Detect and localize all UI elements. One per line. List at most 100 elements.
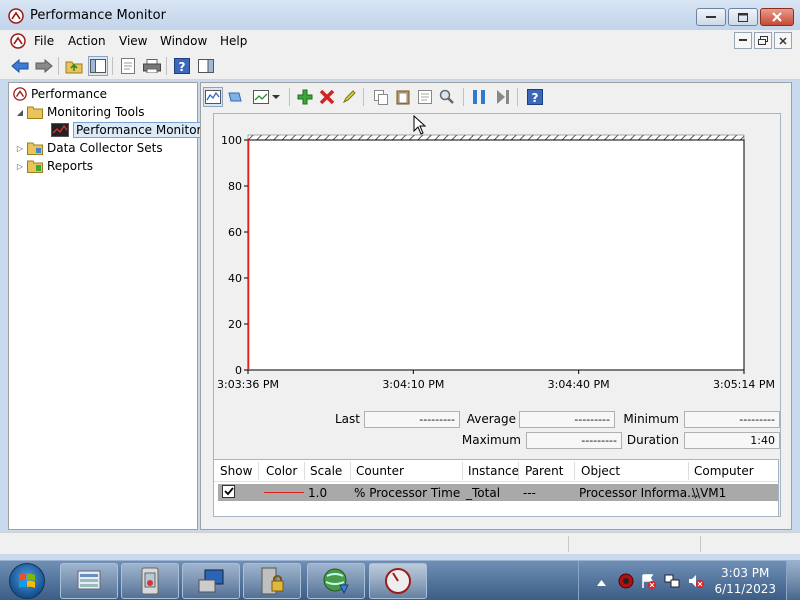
last-value: --------- (364, 411, 460, 428)
col-scale[interactable]: Scale (310, 464, 342, 478)
col-counter[interactable]: Counter (356, 464, 404, 478)
maximize-button[interactable] (728, 8, 758, 26)
child-minimize-button[interactable] (734, 32, 752, 49)
computer-management-icon (198, 569, 224, 593)
taskbar-computer-management[interactable] (182, 563, 240, 599)
show-hide-action-pane-button[interactable] (196, 56, 216, 76)
expand-triangle-icon[interactable]: ▷ (15, 162, 25, 171)
title-bar[interactable]: Performance Monitor (0, 0, 800, 30)
tree-item-monitoring-tools[interactable]: ◢ Monitoring Tools (15, 103, 145, 121)
menu-action[interactable]: Action (68, 34, 106, 48)
copy-properties-button[interactable] (371, 87, 391, 107)
console-tree: Performance ◢ Monitoring Tools Performan… (8, 82, 205, 530)
col-computer[interactable]: Computer (694, 464, 754, 478)
server-lock-icon (261, 567, 284, 595)
y-tick-label: 0 (235, 364, 242, 377)
app-window: Performance Monitor File Action View Win… (0, 0, 800, 560)
tree-label: Monitoring Tools (47, 105, 145, 119)
help-icon: ? (527, 89, 543, 105)
properties-button[interactable] (118, 56, 138, 76)
console-tree-icon (90, 59, 106, 73)
col-show[interactable]: Show (220, 464, 252, 478)
show-desktop-button[interactable] (786, 561, 800, 600)
forward-button[interactable] (34, 56, 54, 76)
tree-item-data-collector-sets[interactable]: ▷ Data Collector Sets (15, 139, 163, 157)
y-tick-label: 100 (221, 134, 242, 147)
plot-area[interactable] (247, 139, 745, 371)
tree-item-reports[interactable]: ▷ Reports (15, 157, 93, 175)
x-tick-label: 3:03:36 PM (217, 378, 279, 391)
col-color[interactable]: Color (266, 464, 297, 478)
help-button[interactable]: ? (172, 56, 192, 76)
start-button[interactable] (6, 561, 48, 600)
delete-counter-button[interactable] (317, 87, 337, 107)
taskbar-internet-explorer[interactable] (307, 563, 365, 599)
close-button[interactable] (760, 8, 794, 26)
highlight-button[interactable] (339, 87, 359, 107)
taskbar-clock[interactable]: 3:03 PM 6/11/2023 (714, 565, 776, 597)
tree-item-performance[interactable]: Performance (13, 85, 107, 103)
data-collector-folder-icon (27, 141, 43, 155)
taskbar-performance-monitor[interactable] (369, 563, 427, 599)
properties-button-graph[interactable] (415, 87, 435, 107)
security-alert-icon[interactable] (618, 573, 634, 592)
show-hide-console-tree-button[interactable] (88, 56, 108, 76)
duration-value: 1:40 (684, 432, 780, 449)
col-instance[interactable]: Instance (468, 464, 519, 478)
performance-monitor-icon (385, 568, 411, 594)
maximum-value: --------- (526, 432, 622, 449)
collapse-triangle-icon[interactable]: ◢ (15, 108, 25, 117)
counter-legend-table: Show Color Scale Counter Instance Parent… (213, 459, 779, 517)
printer-icon (143, 59, 161, 73)
content-pane: ? 100 80 60 40 20 0 3:03:36 PM 3:04:10 PM 3:04:4… (200, 82, 792, 530)
table-row[interactable]: 1.0 % Processor Time _Total --- Processo… (218, 484, 778, 501)
status-bar (0, 532, 800, 554)
menu-bar: File Action View Window Help (0, 30, 800, 52)
performance-line-chart[interactable]: 100 80 60 40 20 03:03:36 PM 3:04:10 PM 3:04:40 … (214, 114, 780, 404)
print-button[interactable] (142, 56, 162, 76)
taskbar-powershell[interactable] (121, 563, 179, 599)
chevron-down-icon (271, 95, 280, 99)
update-data-button[interactable] (493, 87, 513, 107)
child-close-button[interactable] (774, 32, 792, 49)
folder-up-icon (65, 61, 83, 74)
menu-help[interactable]: Help (220, 34, 247, 48)
cell-computer: \\VM1 (692, 486, 727, 500)
folder-icon (27, 105, 43, 119)
action-center-flag-icon[interactable] (640, 573, 656, 592)
up-folder-button[interactable] (64, 56, 84, 76)
log-data-icon (228, 92, 242, 102)
minimize-button[interactable] (696, 8, 726, 26)
freeze-display-button[interactable] (469, 87, 489, 107)
volume-muted-icon[interactable] (688, 573, 704, 592)
zoom-button[interactable] (437, 87, 457, 107)
action-pane-icon (198, 59, 214, 73)
forward-arrow-icon (35, 59, 53, 73)
taskbar-security[interactable] (243, 563, 301, 599)
menu-file[interactable]: File (34, 34, 54, 48)
table-header: Show Color Scale Counter Instance Parent… (214, 460, 778, 482)
system-menu-icon[interactable] (10, 33, 26, 52)
expand-triangle-icon[interactable]: ▷ (15, 144, 25, 153)
mouse-cursor-icon (413, 115, 427, 135)
pencil-icon (342, 90, 356, 104)
paste-counter-list-button[interactable] (393, 87, 413, 107)
taskbar-server-manager[interactable] (60, 563, 118, 599)
col-object[interactable]: Object (581, 464, 620, 478)
change-graph-type-button[interactable] (249, 87, 283, 107)
show-hidden-icons-chevron-icon[interactable] (597, 575, 606, 589)
menu-view[interactable]: View (119, 34, 147, 48)
col-parent[interactable]: Parent (525, 464, 563, 478)
tree-item-performance-monitor[interactable]: Performance Monitor (51, 121, 205, 139)
last-label: Last (335, 412, 360, 426)
system-tray: 3:03 PM 6/11/2023 (578, 561, 800, 600)
child-restore-button[interactable] (754, 32, 772, 49)
graph-help-button[interactable]: ? (525, 87, 545, 107)
show-checkbox[interactable] (222, 485, 235, 498)
network-icon[interactable] (664, 573, 680, 592)
view-log-data-button[interactable] (225, 87, 245, 107)
view-current-activity-button[interactable] (203, 87, 223, 107)
menu-window[interactable]: Window (160, 34, 207, 48)
back-button[interactable] (10, 56, 30, 76)
add-counter-button[interactable] (295, 87, 315, 107)
